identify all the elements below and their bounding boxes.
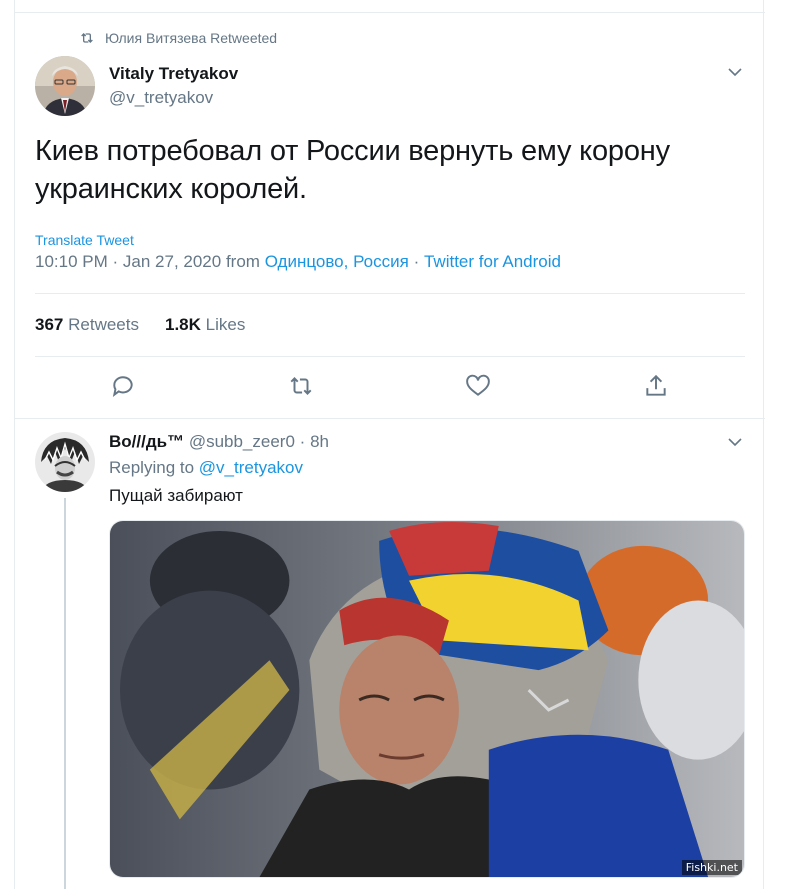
share-icon (646, 374, 666, 396)
tweet-separator (15, 418, 765, 419)
author-name[interactable]: Vitaly Tretyakov (109, 64, 238, 84)
chevron-down-icon (728, 68, 742, 77)
divider-top (35, 293, 745, 294)
retweet-icon (290, 377, 312, 395)
retweets-stat[interactable]: 367 Retweets (35, 315, 139, 335)
author-avatar[interactable] (35, 56, 95, 116)
watermark: Fishki.net (681, 860, 742, 875)
tweet-date[interactable]: Jan 27, 2020 (123, 252, 221, 271)
tweet-metadata: 10:10 PM · Jan 27, 2020 from Одинцово, Р… (35, 252, 561, 272)
thread-line (64, 498, 66, 889)
reply-text: Пущай забирают (109, 486, 243, 505)
divider-bottom (35, 356, 745, 357)
translate-tweet-link[interactable]: Translate Tweet (35, 232, 134, 248)
meta-separator: · (112, 252, 119, 271)
location-link[interactable]: Одинцово, Россия (265, 252, 409, 271)
likes-count: 1.8K (164, 315, 201, 334)
reply-author-name[interactable]: Во///дь™ (109, 432, 184, 451)
retweet-context[interactable]: Юлия Витязева Retweeted (79, 30, 277, 46)
reply-photo[interactable]: Fishki.net (109, 520, 745, 878)
tweet-text-line-2: украинских королей. (35, 173, 307, 205)
author-handle[interactable]: @v_tretyakov (109, 88, 213, 108)
tweet-time[interactable]: 10:10 PM (35, 252, 108, 271)
retweet-button[interactable] (288, 373, 314, 399)
likes-stat[interactable]: 1.8K Likes (165, 315, 245, 335)
reply-menu-button[interactable] (727, 434, 743, 450)
meta-separator-2: · (413, 252, 420, 271)
tweet-frame: Юлия Витязева Retweeted Vitaly Tretyakov… (14, 0, 765, 889)
replying-label: Replying to (109, 458, 195, 477)
replying-to: Replying to @v_tretyakov (109, 458, 303, 478)
likes-label: Likes (205, 315, 246, 334)
retweets-label: Retweets (68, 315, 139, 334)
tweet-text-line-1: Киев потребовал от России вернуть ему ко… (35, 135, 670, 167)
reply-button[interactable] (110, 373, 136, 399)
tweet-text: Киев потребовал от России вернуть ему ко… (35, 132, 735, 208)
retweet-context-label: Юлия Витязева Retweeted (105, 30, 278, 46)
reply-time[interactable]: 8h (310, 432, 329, 451)
reply-icon (112, 376, 133, 397)
reply-header: Во///дь™ @subb_zeer0 · 8h (109, 432, 329, 452)
top-border (15, 12, 765, 13)
client-link[interactable]: Twitter for Android (424, 252, 561, 271)
like-button[interactable] (465, 373, 491, 399)
reply-author-handle[interactable]: @subb_zeer0 (189, 432, 295, 451)
reply-author-avatar[interactable] (35, 432, 95, 492)
chevron-down-icon (728, 438, 742, 447)
like-icon (466, 374, 490, 396)
retweets-count: 367 (35, 315, 64, 334)
from-label: from (225, 252, 260, 271)
replying-to-link[interactable]: @v_tretyakov (199, 458, 303, 477)
reply-separator: · (299, 432, 306, 451)
action-bar (15, 373, 765, 401)
engagement-stats: 367 Retweets 1.8K Likes (35, 315, 245, 335)
retweet-icon (81, 33, 93, 43)
tweet-menu-button[interactable] (727, 64, 743, 80)
share-button[interactable] (643, 373, 669, 399)
